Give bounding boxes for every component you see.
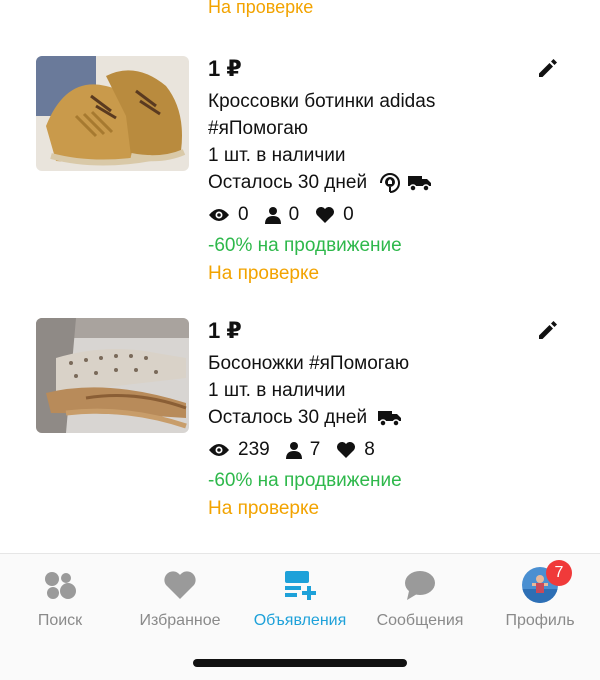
- moderation-status: На проверке: [208, 263, 320, 284]
- tab-profile[interactable]: 7 Профиль: [480, 554, 600, 630]
- listing-days-left: Осталось 30 дней: [208, 172, 368, 193]
- contacts-count: 7: [309, 439, 321, 460]
- tab-listings[interactable]: Объявления: [240, 554, 360, 630]
- edit-pencil-icon[interactable]: [536, 318, 560, 342]
- tab-messages[interactable]: Сообщения: [360, 554, 480, 630]
- notification-badge: 7: [546, 560, 572, 586]
- listing-days-left: Осталось 30 дней: [208, 407, 368, 428]
- eye-icon: [209, 209, 229, 221]
- pickup-point-icon: [380, 173, 401, 193]
- listing-stats: 0 0 0: [208, 200, 548, 230]
- person-icon: [264, 207, 281, 224]
- delivery-truck-icon: [408, 175, 432, 192]
- listing-days-row: Осталось 30 дней: [208, 404, 548, 431]
- tab-label: Избранное: [139, 612, 221, 629]
- listing-days-row: Осталось 30 дней: [208, 169, 548, 196]
- promotion-offer[interactable]: -60% на продвижение: [208, 467, 548, 495]
- tab-label: Объявления: [253, 612, 347, 629]
- listing-price: 1 ₽: [208, 56, 242, 81]
- promotion-offer[interactable]: -60% на продвижение: [208, 232, 548, 260]
- listing-title: Кроссовки ботинки adidas: [208, 91, 436, 112]
- likes-count: 0: [343, 204, 354, 225]
- views-count: 239: [238, 439, 270, 460]
- contacts-count: 0: [288, 204, 300, 225]
- chat-icon: [405, 571, 435, 600]
- likes-count: 8: [364, 439, 375, 460]
- heart-icon: [316, 207, 335, 223]
- delivery-truck-icon: [378, 410, 402, 427]
- listing-stock: 1 шт. в наличии: [208, 380, 346, 401]
- tab-label: Поиск: [37, 612, 83, 629]
- views-count: 0: [238, 204, 249, 225]
- edit-pencil-icon[interactable]: [536, 56, 560, 80]
- person-icon: [285, 442, 302, 459]
- tab-label: Профиль: [505, 612, 575, 629]
- moderation-status: На проверке: [208, 498, 320, 519]
- listing-price: 1 ₽: [208, 318, 242, 343]
- listing-photo[interactable]: [36, 56, 189, 171]
- heart-icon: [164, 571, 196, 599]
- eye-icon: [209, 444, 229, 456]
- tab-search[interactable]: Поиск: [0, 554, 120, 630]
- listings-icon: [285, 571, 316, 600]
- listing-stats: 239 7 8: [208, 435, 548, 465]
- listing-stock: 1 шт. в наличии: [208, 145, 346, 166]
- listing-photo[interactable]: [36, 318, 189, 433]
- tab-label: Сообщения: [376, 612, 464, 629]
- heart-icon: [337, 442, 356, 458]
- listing-title-tag: #яПомогаю: [208, 118, 309, 139]
- tab-favorites[interactable]: Избранное: [120, 554, 240, 630]
- previous-listing-status: На проверке: [208, 0, 314, 17]
- listing-title: Босоножки #яПомогаю: [208, 353, 410, 374]
- home-indicator[interactable]: [193, 659, 407, 667]
- search-dots-icon: [45, 572, 76, 599]
